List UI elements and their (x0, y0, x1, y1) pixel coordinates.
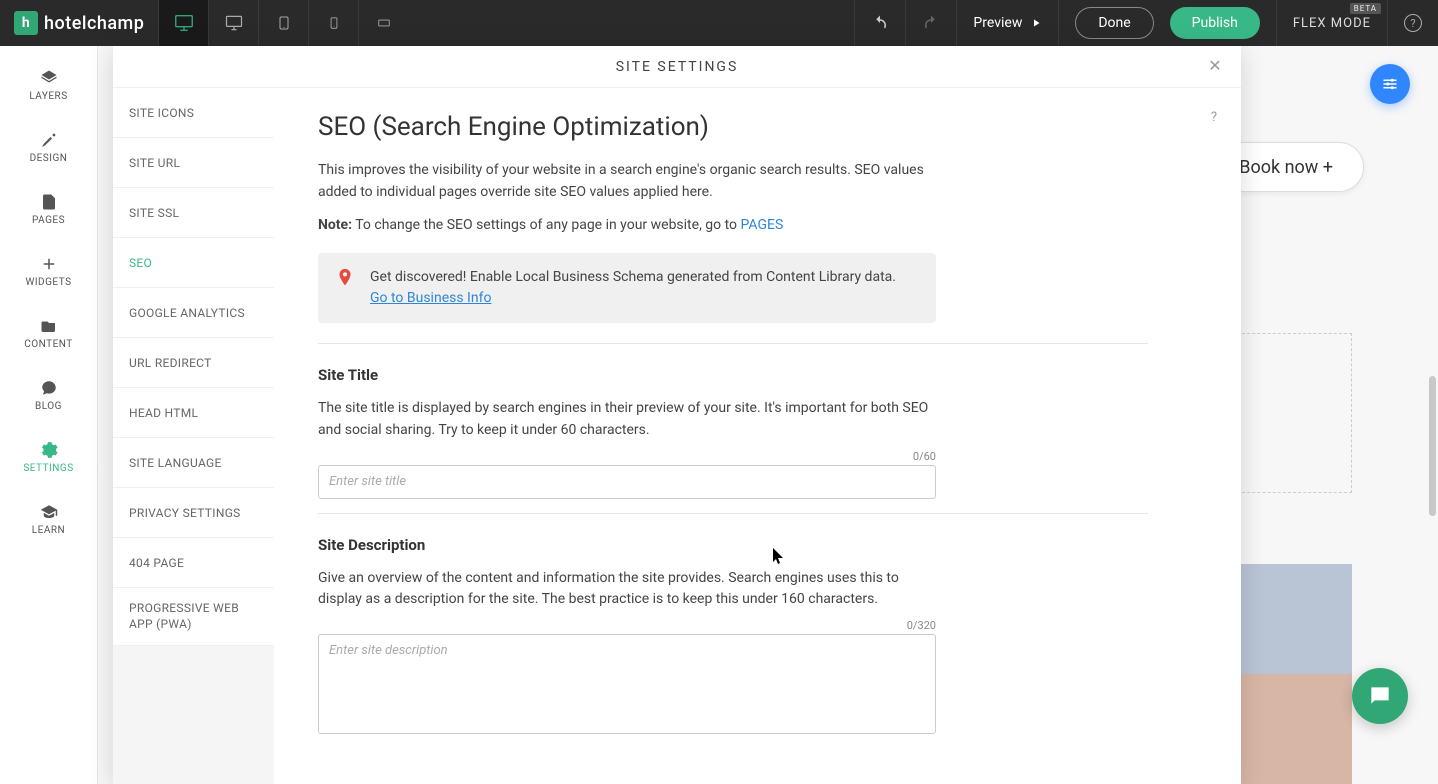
site-title-input[interactable] (318, 465, 936, 499)
pages-link[interactable]: PAGES (741, 217, 784, 233)
close-icon[interactable]: ✕ (1207, 56, 1225, 74)
nav-label: LEARN (32, 525, 65, 536)
sidebar-item-google-analytics[interactable]: GOOGLE ANALYTICS (113, 288, 274, 338)
flex-mode-label: FLEX MODE (1293, 16, 1371, 31)
sidebar-item-site-icons[interactable]: SITE ICONS (113, 88, 274, 138)
preview-label: Preview (973, 15, 1022, 31)
sidebar-item-site-url[interactable]: SITE URL (113, 138, 274, 188)
modal-title: SITE SETTINGS (616, 59, 739, 75)
nav-label: DESIGN (30, 153, 68, 164)
divider (318, 343, 1148, 344)
brand-name: hotelchamp (44, 13, 144, 34)
topbar: h hotelchamp Preview Done Publish (0, 0, 1438, 46)
preview-button[interactable]: Preview (956, 0, 1058, 46)
nav-label: LAYERS (29, 91, 67, 102)
settings-panel: ? SEO (Search Engine Optimization) This … (288, 88, 1241, 784)
business-info-link[interactable]: Go to Business Info (370, 290, 491, 306)
sidebar-item-404-page[interactable]: 404 PAGE (113, 538, 274, 588)
info-box-msg: Get discovered! Enable Local Business Sc… (370, 269, 896, 285)
done-seg: Done (1058, 0, 1169, 46)
publish-button[interactable]: Publish (1170, 7, 1260, 39)
note-text: To change the SEO settings of any page i… (352, 217, 740, 233)
nav-widgets[interactable]: WIDGETS (0, 240, 97, 302)
panel-note: Note: To change the SEO settings of any … (318, 217, 1181, 233)
device-wide[interactable] (358, 0, 408, 46)
site-desc-desc: Give an overview of the content and info… (318, 568, 938, 611)
sidebar-item-head-html[interactable]: HEAD HTML (113, 388, 274, 438)
info-box: Get discovered! Enable Local Business Sc… (318, 253, 936, 323)
left-nav: LAYERS DESIGN PAGES WIDGETS CONTENT BLOG… (0, 46, 98, 784)
device-selector (158, 0, 408, 46)
flex-mode-button[interactable]: FLEX MODE BETA (1276, 0, 1387, 46)
panel-help-icon[interactable]: ? (1211, 110, 1217, 125)
nav-blog[interactable]: BLOG (0, 364, 97, 426)
nav-content[interactable]: CONTENT (0, 302, 97, 364)
beta-badge: BETA (1350, 3, 1381, 14)
nav-label: CONTENT (24, 339, 73, 350)
adjust-fab[interactable] (1370, 64, 1410, 104)
canvas-placeholder (1232, 333, 1352, 493)
done-button[interactable]: Done (1075, 7, 1153, 39)
device-tv[interactable] (158, 0, 208, 46)
modal-header: SITE SETTINGS ✕ (113, 46, 1241, 88)
sidebar-item-site-ssl[interactable]: SITE SSL (113, 188, 274, 238)
nav-design[interactable]: DESIGN (0, 116, 97, 178)
help-button[interactable]: ? (1387, 0, 1438, 46)
device-phone[interactable] (308, 0, 358, 46)
nav-layers[interactable]: LAYERS (0, 54, 97, 116)
divider (318, 513, 1148, 514)
site-title-heading: Site Title (318, 366, 1181, 384)
redo-button[interactable] (905, 0, 956, 46)
sidebar-item-privacy-settings[interactable]: PRIVACY SETTINGS (113, 488, 274, 538)
nav-label: WIDGETS (25, 277, 71, 288)
device-desktop[interactable] (208, 0, 258, 46)
note-label: Note: (318, 217, 352, 233)
nav-label: SETTINGS (23, 463, 73, 474)
cursor-icon (773, 548, 785, 564)
sidebar-item-pwa[interactable]: PROGRESSIVE WEB APP (PWA) (113, 588, 274, 646)
nav-label: BLOG (35, 401, 62, 412)
settings-sidebar: SITE ICONS SITE URL SITE SSL SEO GOOGLE … (113, 88, 274, 784)
brand-logo: h (14, 11, 38, 35)
map-pin-icon (334, 267, 356, 289)
site-desc-char-count: 0/320 (318, 619, 936, 632)
info-box-text: Get discovered! Enable Local Business Sc… (370, 267, 896, 309)
sidebar-item-url-redirect[interactable]: URL REDIRECT (113, 338, 274, 388)
scrollbar-thumb[interactable] (1429, 376, 1436, 516)
nav-settings[interactable]: SETTINGS (0, 426, 97, 488)
sidebar-item-site-language[interactable]: SITE LANGUAGE (113, 438, 274, 488)
publish-seg: Publish (1170, 0, 1276, 46)
brand-logo-area[interactable]: h hotelchamp (0, 11, 158, 35)
sidebar-item-seo[interactable]: SEO (113, 238, 274, 288)
site-desc-input[interactable] (318, 634, 936, 734)
undo-button[interactable] (854, 0, 905, 46)
site-desc-heading: Site Description (318, 536, 1181, 554)
device-tablet[interactable] (258, 0, 308, 46)
panel-title: SEO (Search Engine Optimization) (318, 112, 1181, 142)
nav-label: PAGES (32, 215, 65, 226)
site-title-char-count: 0/60 (318, 450, 936, 463)
nav-pages[interactable]: PAGES (0, 178, 97, 240)
help-icon: ? (1404, 14, 1422, 32)
nav-learn[interactable]: LEARN (0, 488, 97, 550)
site-title-desc: The site title is displayed by search en… (318, 398, 938, 441)
panel-description: This improves the visibility of your web… (318, 160, 938, 203)
chat-fab[interactable] (1352, 668, 1408, 724)
site-settings-modal: SITE SETTINGS ✕ SITE ICONS SITE URL SITE… (113, 46, 1241, 784)
